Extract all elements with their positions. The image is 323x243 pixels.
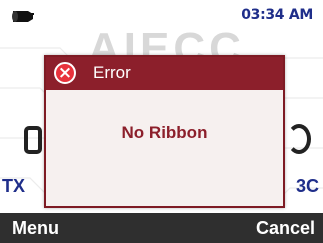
dialog-message: No Ribbon [121,123,208,142]
menu-softkey[interactable]: Menu [12,218,59,239]
background-right-label: 3C [295,176,319,196]
printer-icon [12,11,34,22]
error-dialog: × Error No Ribbon [44,55,285,208]
background-left-icon [24,126,42,154]
close-x-glyph: × [57,63,73,83]
clock: 03:34 AM [241,7,313,23]
background-left-label: TX [2,176,26,196]
error-x-icon: × [54,62,76,84]
printer-display: AIECC TX 3C 03:34 AM × Error No Ribbon M… [0,0,323,243]
cancel-softkey[interactable]: Cancel [256,218,315,239]
status-bar: 03:34 AM [0,0,323,28]
dialog-header: × Error [46,57,283,90]
softkey-bar: Menu Cancel [0,213,323,243]
background-right-icon [287,124,311,154]
dialog-title: Error [93,63,131,82]
